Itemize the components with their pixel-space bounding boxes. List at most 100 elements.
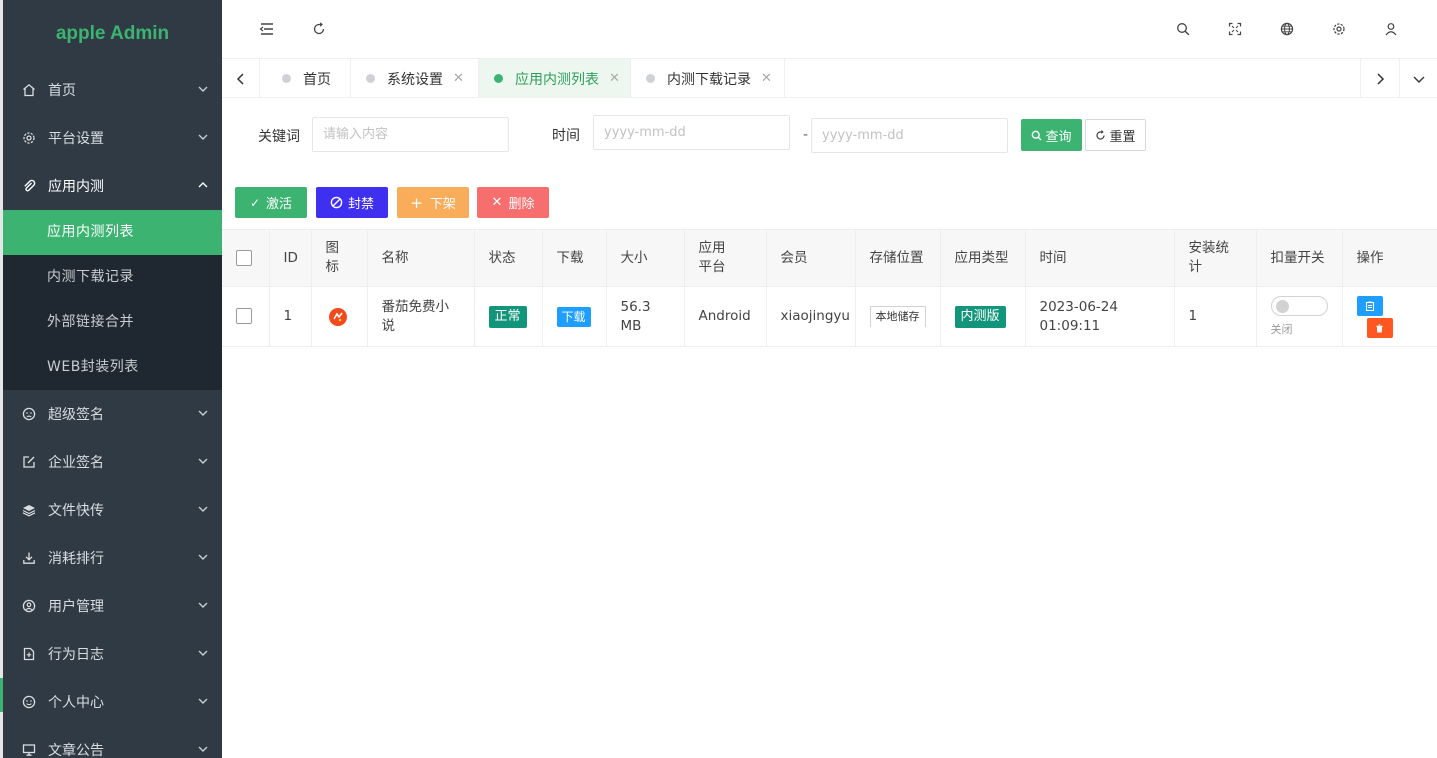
keyword-input[interactable] <box>312 117 509 152</box>
chevron-down-icon <box>1413 76 1424 83</box>
sidebar-item-label: 文件快传 <box>48 503 104 519</box>
tab-dot <box>282 74 291 83</box>
search-icon[interactable] <box>1174 20 1192 38</box>
sidebar-item-label: 行为日志 <box>48 647 104 663</box>
face-icon <box>21 406 37 422</box>
search-button[interactable]: 查询 <box>1021 119 1082 151</box>
tab-label: 内测下载记录 <box>667 71 751 88</box>
sidebar-item-app-beta[interactable]: 应用内测 <box>3 162 222 210</box>
smile-icon <box>21 694 37 710</box>
edit-icon <box>21 454 37 470</box>
sidebar-item-behavior-log[interactable]: 行为日志 <box>3 630 222 678</box>
column-header-app-type[interactable]: 应用类型 <box>939 229 1026 287</box>
file-plus-icon <box>21 646 37 662</box>
chevron-down-icon <box>198 458 208 464</box>
search-button-label: 查询 <box>1045 129 1072 145</box>
chevron-down-icon <box>198 554 208 560</box>
deduct-toggle-switch[interactable] <box>1270 296 1328 316</box>
tab-scroll-left-button[interactable] <box>222 59 260 98</box>
fullscreen-icon[interactable] <box>1226 20 1244 38</box>
column-header-deduct-switch[interactable]: 扣量开关 <box>1255 229 1343 287</box>
user-icon[interactable] <box>1382 20 1400 38</box>
date-end-input[interactable] <box>811 118 1008 153</box>
sidebar-item-consumption-ranking[interactable]: 消耗排行 <box>3 534 222 582</box>
sidebar-item-label: 企业签名 <box>48 455 104 471</box>
sidebar-item-user-management[interactable]: 用户管理 <box>3 582 222 630</box>
reset-button[interactable]: 重置 <box>1085 119 1146 151</box>
sidebar-item-enterprise-signature[interactable]: 企业签名 <box>3 438 222 486</box>
close-icon[interactable]: ✕ <box>453 71 464 86</box>
sidebar-item-label: 个人中心 <box>48 695 104 711</box>
cell-actions <box>1341 286 1437 347</box>
row-checkbox[interactable] <box>236 308 252 324</box>
sidebar-subitem-app-beta-list[interactable]: 应用内测列表 <box>3 210 222 255</box>
refresh-icon[interactable] <box>310 20 328 38</box>
close-icon[interactable]: ✕ <box>761 71 772 86</box>
cell-time: 2023-06-24 01:09:11 <box>1024 286 1175 347</box>
tab-system-settings[interactable]: 系统设置 ✕ <box>351 59 479 98</box>
sidebar-subitem-beta-download-records[interactable]: 内测下载记录 <box>3 255 222 300</box>
offline-button[interactable]: + 下架 <box>397 187 469 218</box>
column-header-member[interactable]: 会员 <box>765 229 856 287</box>
sidebar-item-platform-settings[interactable]: 平台设置 <box>3 114 222 162</box>
menu-fold-icon[interactable] <box>258 20 276 38</box>
tab-dot <box>646 74 655 83</box>
reset-button-label: 重置 <box>1109 129 1136 145</box>
chevron-down-icon <box>198 650 208 656</box>
column-header-size[interactable]: 大小 <box>605 229 685 287</box>
download-button[interactable]: 下载 <box>556 306 591 327</box>
ban-button[interactable]: 封禁 <box>316 187 388 218</box>
sidebar-item-articles[interactable]: 文章公告 <box>3 726 222 758</box>
activate-button[interactable]: ✓ 激活 <box>235 187 307 218</box>
paperclip-icon <box>21 178 37 194</box>
sidebar-item-label: 平台设置 <box>48 131 104 147</box>
storage-select[interactable]: 本地储存 <box>869 306 926 327</box>
column-header-id[interactable]: ID <box>268 229 312 287</box>
sidebar-item-super-signature[interactable]: 超级签名 <box>3 390 222 438</box>
select-all-checkbox[interactable] <box>236 249 252 266</box>
column-header-storage[interactable]: 存储位置 <box>854 229 941 287</box>
sidebar-item-home[interactable]: 首页 <box>3 66 222 114</box>
column-header-download[interactable]: 下载 <box>541 229 607 287</box>
cell-size: 56.3 MB <box>605 286 685 347</box>
cell-name: 番茄免费小说 <box>366 286 475 347</box>
close-icon[interactable]: ✕ <box>609 71 620 86</box>
monitor-icon <box>21 742 37 758</box>
tab-scroll-right-button[interactable] <box>1360 59 1398 98</box>
sidebar-item-label: 超级签名 <box>48 407 104 423</box>
settings-icon[interactable] <box>1330 20 1348 38</box>
tab-dot <box>494 74 503 83</box>
chevron-down-icon <box>198 506 208 512</box>
time-label: 时间 <box>552 128 580 144</box>
cell-app-type: 内测版 <box>939 286 1026 347</box>
plus-icon: + <box>410 193 423 212</box>
sidebar-subitem-external-link-merge[interactable]: 外部链接合并 <box>3 300 222 345</box>
tab-beta-download-records[interactable]: 内测下载记录 ✕ <box>631 59 785 98</box>
sidebar-item-personal-center[interactable]: 个人中心 <box>3 678 222 726</box>
delete-button[interactable]: ✕ 删除 <box>477 187 549 218</box>
sidebar-item-file-transfer[interactable]: 文件快传 <box>3 486 222 534</box>
chevron-down-icon <box>198 602 208 608</box>
cell-deduct-switch: 关闭 <box>1255 286 1343 347</box>
edit-button[interactable] <box>1356 296 1383 316</box>
date-start-input[interactable] <box>593 115 790 150</box>
tab-app-beta-list[interactable]: 应用内测列表 ✕ <box>479 59 631 98</box>
column-header-actions[interactable]: 操作 <box>1341 229 1437 287</box>
trash-icon <box>1376 323 1383 333</box>
column-header-platform[interactable]: 应用平台 <box>683 229 767 287</box>
delete-row-button[interactable] <box>1366 318 1393 338</box>
column-header-name[interactable]: 名称 <box>366 229 475 287</box>
column-header-time[interactable]: 时间 <box>1024 229 1175 287</box>
column-header-installs[interactable]: 安装统计 <box>1173 229 1257 287</box>
chevron-down-icon <box>198 134 208 140</box>
tab-more-dropdown[interactable] <box>1399 59 1437 98</box>
chevron-up-icon <box>198 182 208 188</box>
sidebar-subitem-web-package-list[interactable]: WEB封装列表 <box>3 345 222 390</box>
column-header-status[interactable]: 状态 <box>473 229 543 287</box>
tab-home[interactable]: 首页 <box>260 59 351 98</box>
keyword-label: 关键词 <box>258 129 300 145</box>
column-header-icon[interactable]: 图标 <box>310 229 368 287</box>
user-circle-icon <box>21 598 37 614</box>
tab-bar: 首页 系统设置 ✕ 应用内测列表 ✕ 内测下载记录 ✕ <box>222 58 1437 98</box>
globe-icon[interactable] <box>1278 20 1296 38</box>
